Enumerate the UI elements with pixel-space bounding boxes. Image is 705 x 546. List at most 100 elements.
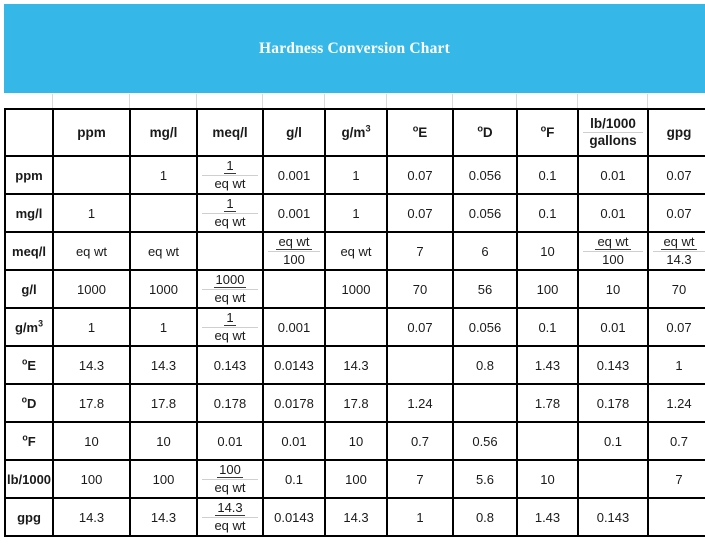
value-cell: 0.01 <box>577 307 649 347</box>
diagonal-blank-cell <box>52 155 131 195</box>
value-cell: 70 <box>647 269 705 309</box>
value-cell: 1.78 <box>516 383 579 423</box>
value-cell: 100 <box>324 459 388 499</box>
page-title: Hardness Conversion Chart <box>258 40 450 57</box>
table-row: lb/1000 100 100 100 eq wt 0.1 100 7 5.6 10 7 <box>4 459 705 499</box>
value-cell: 14.3 <box>129 497 198 537</box>
degree-icon: o <box>22 432 28 443</box>
table-row: oD 17.8 17.8 0.178 0.0178 17.8 1.24 1.78 0.178 1.… <box>4 383 705 423</box>
table-row: g/m3 1 1 1 eq wt 0.001 0.07 0.056 0.1 0.01 0.07 <box>4 307 705 347</box>
table-row: g/l 1000 1000 1000 eq wt 1000 70 56 100 10 70 <box>4 269 705 309</box>
column-header-g-m3: g/m3 <box>324 108 388 157</box>
spacer-gridline <box>386 94 387 108</box>
value-cell: 0.0178 <box>262 383 326 423</box>
fraction: eq wt 14.3 <box>649 234 705 267</box>
value-cell: 0.07 <box>386 155 454 195</box>
value-cell: 1 <box>647 345 705 385</box>
value-cell: 17.8 <box>129 383 198 423</box>
spacer-gridline <box>324 94 325 108</box>
table-corner-cell <box>4 108 54 157</box>
fraction: 1 eq wt <box>198 196 262 229</box>
table-row: gpg 14.3 14.3 14.3 eq wt 0.0143 14.3 1 0.8 1.43 0.… <box>4 497 705 537</box>
row-header-gpg: gpg <box>4 497 54 537</box>
fraction-denominator: eq wt <box>214 176 246 191</box>
value-cell: 0.0143 <box>262 345 326 385</box>
value-cell: 0.01 <box>262 421 326 461</box>
value-cell: 10 <box>577 269 649 309</box>
value-cell: 70 <box>386 269 454 309</box>
fraction-denominator: 14.3 <box>666 252 692 267</box>
value-cell: 17.8 <box>52 383 131 423</box>
stacked-label: lb/1000 gallons <box>579 116 647 149</box>
value-cell: 0.001 <box>262 155 326 195</box>
fraction-numerator: 1 <box>224 158 236 174</box>
value-cell: 5.6 <box>452 459 518 499</box>
diagonal-blank-cell <box>577 459 649 499</box>
diagonal-blank-cell <box>452 383 518 423</box>
value-cell: 6 <box>452 231 518 271</box>
value-cell: 0.07 <box>386 193 454 233</box>
degree-icon: o <box>412 123 419 134</box>
fraction-numerator: 100 <box>217 462 243 478</box>
value-cell: 7 <box>647 459 705 499</box>
value-cell: 56 <box>452 269 518 309</box>
value-cell: 0.143 <box>577 345 649 385</box>
diagonal-blank-cell <box>129 193 198 233</box>
fraction-cell: 100 eq wt <box>196 459 264 499</box>
fraction-cell: 1 eq wt <box>196 193 264 233</box>
row-header-e: oE <box>4 345 54 385</box>
fraction: 1 eq wt <box>198 158 262 191</box>
fraction-cell: eq wt 14.3 <box>647 231 705 271</box>
value-cell: 1 <box>129 307 198 347</box>
value-cell: 1 <box>52 193 131 233</box>
value-cell: 1000 <box>324 269 388 309</box>
table-body: ppm 1 1 eq wt 0.001 1 0.07 0.056 0.1 0.01 0.07 mg/l… <box>4 155 705 537</box>
value-cell: 0.056 <box>452 155 518 195</box>
diagonal-blank-cell <box>324 307 388 347</box>
value-cell: 0.1 <box>577 421 649 461</box>
value-cell: eq wt <box>52 231 131 271</box>
value-cell: 14.3 <box>52 497 131 537</box>
header-row: ppm mg/l meq/l g/l g/m3 oE oD oF lb/1000 gallons g… <box>4 108 705 157</box>
spacer-gridline <box>196 94 197 108</box>
fraction: 1 eq wt <box>198 310 262 343</box>
value-cell: 1.43 <box>516 345 579 385</box>
column-header-gpg: gpg <box>647 108 705 157</box>
fraction-numerator: 1 <box>224 310 236 326</box>
fraction-denominator: eq wt <box>214 480 246 495</box>
value-cell: 0.01 <box>577 193 649 233</box>
value-cell: 7 <box>386 231 454 271</box>
value-cell: 100 <box>52 459 131 499</box>
value-cell: 1 <box>129 155 198 195</box>
value-cell: 1000 <box>129 269 198 309</box>
spacer-gridline <box>262 94 263 108</box>
row-header-g-l: g/l <box>4 269 54 309</box>
spacer-gridline <box>516 94 517 108</box>
value-cell: 0.8 <box>452 497 518 537</box>
diagonal-blank-cell <box>262 269 326 309</box>
fraction-numerator: 1000 <box>213 272 247 288</box>
row-header-mg-l: mg/l <box>4 193 54 233</box>
diagonal-blank-cell <box>386 345 454 385</box>
value-cell: 0.143 <box>196 345 264 385</box>
fraction-denominator: 100 <box>602 252 624 267</box>
value-cell: 1.24 <box>386 383 454 423</box>
value-cell: eq wt <box>324 231 388 271</box>
value-cell: 0.56 <box>452 421 518 461</box>
spacer-gridline <box>647 94 648 108</box>
value-cell: 0.0143 <box>262 497 326 537</box>
spacer-gridline-strip <box>0 93 705 108</box>
fraction-numerator: 14.3 <box>215 500 245 516</box>
value-cell: 1 <box>324 193 388 233</box>
value-cell: 10 <box>129 421 198 461</box>
value-cell: 0.178 <box>196 383 264 423</box>
value-cell: 1 <box>386 497 454 537</box>
value-cell: 0.8 <box>452 345 518 385</box>
title-banner: Hardness Conversion Chart <box>4 4 705 93</box>
fraction-denominator: eq wt <box>214 290 246 305</box>
value-cell: 100 <box>516 269 579 309</box>
value-cell: 0.07 <box>647 155 705 195</box>
column-header-mg-l: mg/l <box>129 108 198 157</box>
value-cell: 0.7 <box>647 421 705 461</box>
value-cell: 0.07 <box>647 193 705 233</box>
